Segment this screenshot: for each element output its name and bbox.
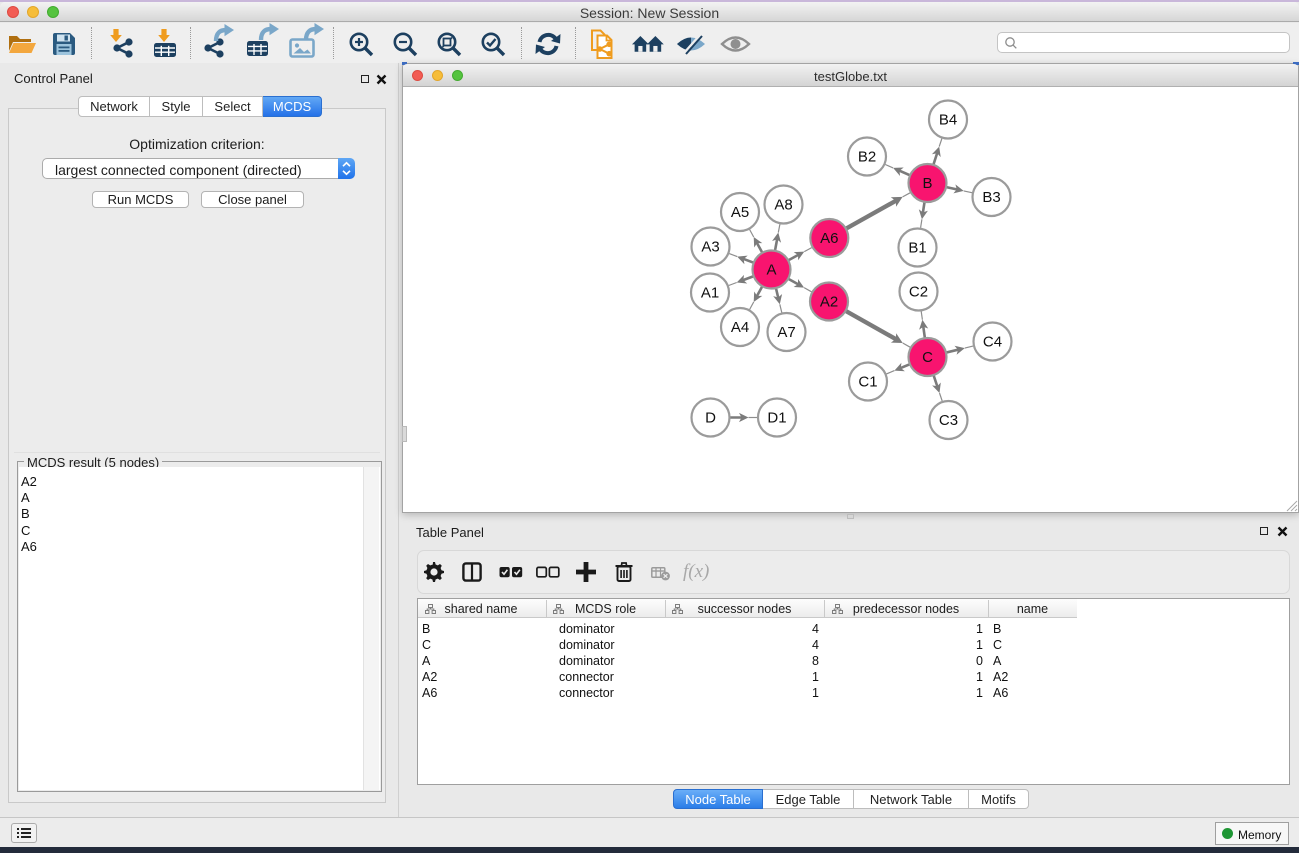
- svg-text:A2: A2: [820, 294, 838, 311]
- svg-text:A3: A3: [701, 239, 719, 256]
- svg-text:A7: A7: [777, 324, 795, 341]
- svg-text:B4: B4: [939, 112, 957, 129]
- svg-text:C3: C3: [939, 412, 958, 429]
- svg-text:B1: B1: [908, 240, 926, 257]
- svg-text:D1: D1: [767, 410, 786, 427]
- svg-text:C2: C2: [909, 284, 928, 301]
- svg-text:A: A: [766, 262, 776, 279]
- svg-text:A6: A6: [820, 230, 838, 247]
- svg-text:C: C: [922, 349, 933, 366]
- svg-text:A4: A4: [731, 319, 749, 336]
- svg-text:A8: A8: [774, 197, 792, 214]
- svg-text:C4: C4: [983, 334, 1002, 351]
- svg-text:B2: B2: [858, 149, 876, 166]
- svg-text:A5: A5: [731, 204, 749, 221]
- svg-text:B: B: [922, 175, 932, 192]
- svg-text:A1: A1: [701, 285, 719, 302]
- svg-text:B3: B3: [982, 189, 1000, 206]
- svg-text:C1: C1: [858, 374, 877, 391]
- svg-text:D: D: [705, 410, 716, 427]
